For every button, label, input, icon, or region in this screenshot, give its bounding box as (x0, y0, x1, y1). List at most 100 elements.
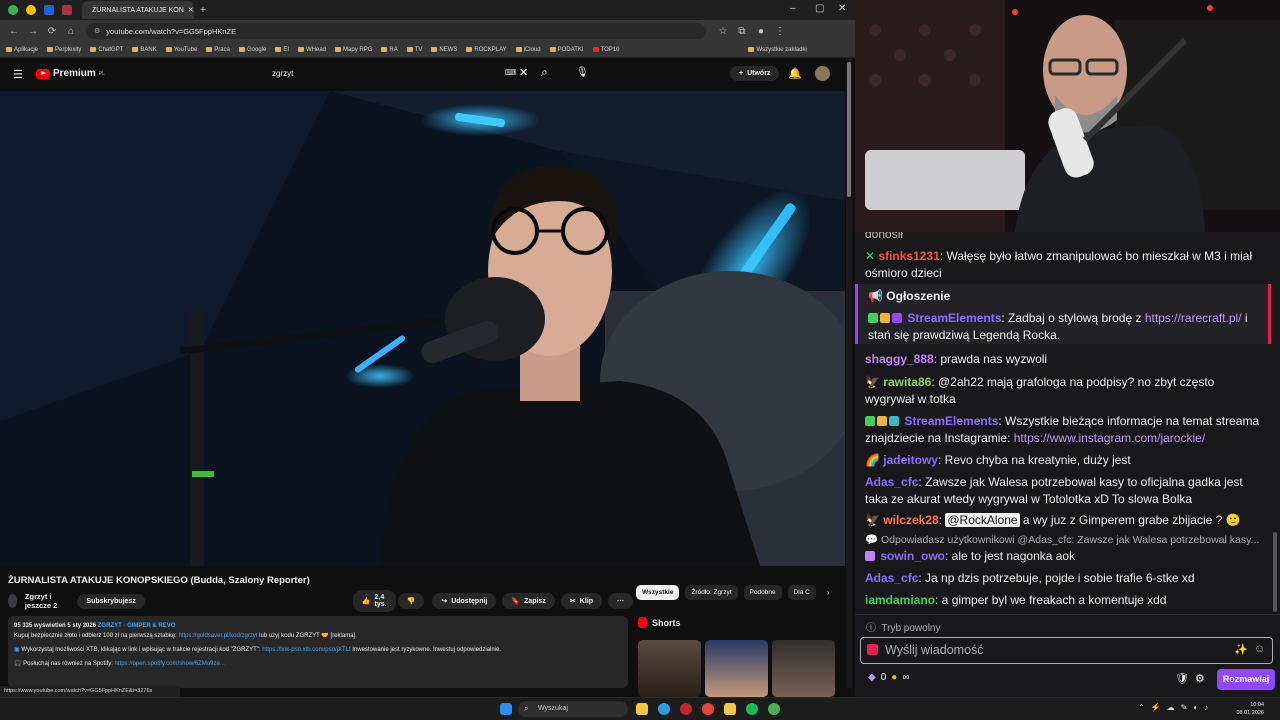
bookmark-item[interactable]: Google (238, 47, 266, 53)
dislike-button[interactable]: 👎 (397, 593, 425, 609)
tab-favicon[interactable] (26, 5, 36, 15)
tab-favicon[interactable] (62, 5, 72, 15)
bookmark-item[interactable]: Mapy RPG (335, 47, 372, 53)
bookmark-item[interactable]: Praca (206, 47, 230, 53)
bookmark-item[interactable]: TOP10 (592, 47, 619, 53)
chat-input[interactable]: Wyślij wiadomość ✨ ☺ (860, 637, 1273, 664)
video-player[interactable] (0, 91, 845, 566)
youtube-logo[interactable]: Premium PL (36, 68, 105, 79)
channel-name[interactable]: Zgrzyt i jeszcze 2 (25, 592, 64, 610)
desc-link[interactable]: https://goldsaver.pl/kod/zgrzyt (178, 633, 257, 639)
chat-username[interactable]: sfinks1231 (878, 249, 939, 263)
bookmark-item[interactable]: TV (406, 47, 422, 53)
bookmark-item[interactable]: iCloud (515, 47, 541, 53)
scrollbar-thumb[interactable] (847, 62, 851, 197)
chevron-right-icon[interactable]: › (822, 585, 835, 600)
share-button[interactable]: ↪ Udostępnij (432, 593, 497, 609)
chrome-active-icon[interactable] (768, 703, 780, 715)
sparkle-icon[interactable]: ✨ (1234, 643, 1248, 656)
filter-chip[interactable]: Źródło: Zgrzyt (685, 585, 738, 600)
bookmark-item[interactable]: RA (381, 47, 398, 53)
bookmark-item[interactable]: ChatGPT (90, 47, 123, 53)
spotify-icon[interactable] (746, 703, 758, 715)
star-icon[interactable]: ☆ (718, 26, 728, 37)
desc-link[interactable]: https://open.spotify.com/show/6ZMo9ze... (115, 661, 225, 667)
save-button[interactable]: 🔖 Zapisz (502, 593, 555, 609)
bookmark-item[interactable]: YouTube (165, 47, 197, 53)
page-scrollbar[interactable] (846, 58, 852, 688)
bookmark-item[interactable]: EI (275, 47, 289, 53)
chat-mention[interactable]: @RockAlone (945, 513, 1020, 527)
bookmark-item[interactable]: BANK (132, 47, 157, 53)
subscribe-button[interactable]: Subskrybujesz (77, 593, 145, 609)
menu-icon[interactable]: ⋮ (775, 26, 785, 37)
hashtags[interactable]: ZGRZYT · GIMPER & REVO (98, 623, 176, 629)
keyboard-icon[interactable]: ⌨ (505, 68, 517, 77)
notes-icon[interactable] (724, 703, 736, 715)
emote-picker-icon[interactable]: ☺ (1254, 643, 1265, 655)
chat-username[interactable]: Adas_cfc (865, 571, 918, 585)
tab-favicon[interactable] (44, 5, 54, 15)
opera-icon[interactable] (680, 703, 692, 715)
profile-icon[interactable]: ● (756, 26, 766, 37)
channel-points[interactable]: ◆ 0 ● ∞ (868, 672, 909, 683)
active-tab[interactable]: ŻURNALISTA ATAKUJE KON ✕ (82, 1, 194, 19)
tab-favicon[interactable] (8, 5, 18, 15)
start-menu-icon[interactable] (500, 703, 512, 715)
chat-username[interactable]: StreamElements (907, 311, 1001, 325)
reload-button[interactable]: ⟳ (47, 26, 57, 37)
clip-button[interactable]: ✂ Klip (560, 593, 602, 609)
all-bookmarks[interactable]: Wszystkie zakładki (748, 47, 807, 53)
chrome-icon[interactable] (702, 703, 714, 715)
bookmark-item[interactable]: PODATKI (549, 47, 584, 53)
site-info-icon[interactable]: ⚙ (94, 27, 100, 35)
chat-link[interactable]: https://rarecraft.pl/ (1145, 311, 1242, 325)
new-tab-button[interactable]: + (200, 5, 206, 16)
back-button[interactable]: ← (9, 26, 19, 37)
chat-username[interactable]: iamdamiano (865, 593, 935, 607)
window-close-button[interactable]: ✕ (838, 3, 846, 14)
chat-username[interactable]: sowin_owo (880, 549, 945, 563)
url-field[interactable]: ⚙ youtube.com/watch?v=GG5FppHKnZE (86, 23, 706, 39)
short-thumbnail[interactable] (772, 640, 835, 697)
shield-icon[interactable]: 🛡 (1175, 672, 1189, 685)
avatar[interactable] (815, 66, 830, 81)
chat-username[interactable]: wilczek28 (883, 513, 938, 527)
clear-search-icon[interactable]: ✕ (519, 66, 528, 79)
chat-badge-icon[interactable] (867, 644, 878, 655)
chat-username[interactable]: jadeitowy (883, 453, 938, 467)
chat-scrollbar[interactable] (1273, 532, 1277, 612)
system-tray[interactable]: ⌃⚡☁✎◐♪ (1138, 703, 1214, 712)
bookmark-item[interactable]: Aplikacje (6, 47, 38, 53)
create-button[interactable]: + Utwórz (730, 66, 780, 81)
chat-username[interactable]: shaggy_888 (865, 352, 934, 366)
chat-username[interactable]: rawita86 (883, 375, 931, 389)
edge-icon[interactable] (658, 703, 670, 715)
file-explorer-icon[interactable] (636, 703, 648, 715)
chat-send-button[interactable]: Rozmawiaj (1217, 669, 1275, 690)
filter-chip[interactable]: Wszystkie (636, 585, 680, 600)
bookmark-item[interactable]: ROCKPLAY (466, 47, 507, 53)
taskbar-search[interactable]: ⌕ Wyszukaj (518, 701, 628, 717)
minimize-button[interactable]: – (790, 3, 796, 14)
video-description[interactable]: 95 335 wyświetleń 5 sty 2026 ZGRZYT · GI… (8, 616, 628, 688)
home-button[interactable]: ⌂ (66, 26, 76, 37)
microphone-icon[interactable]: 🎙 (576, 67, 589, 78)
maximize-button[interactable]: ▢ (815, 3, 824, 14)
more-actions-button[interactable]: ⋯ (608, 593, 633, 609)
forward-button[interactable]: → (28, 26, 38, 37)
chat-link[interactable]: https://www.instagram.com/jarockie/ (1014, 431, 1205, 445)
notifications-bell-icon[interactable]: 🔔 (788, 67, 802, 80)
channel-avatar[interactable] (8, 594, 17, 608)
bookmark-item[interactable]: Perplexity (47, 47, 81, 53)
chat-username[interactable]: Adas_cfc (865, 475, 918, 489)
clock[interactable]: 10:04 08.01.2026 (1228, 701, 1264, 717)
bookmark-item[interactable]: WHead (298, 47, 326, 53)
desc-link[interactable]: https://link-pso.xtb.com/pso/jXTLf (262, 647, 350, 653)
hamburger-menu-icon[interactable]: ☰ (13, 68, 23, 81)
like-button[interactable]: 👍 2,4 tys. (352, 590, 396, 612)
close-icon[interactable]: ✕ (188, 6, 194, 14)
search-icon[interactable]: ⌕ (541, 65, 548, 80)
short-thumbnail[interactable] (705, 640, 768, 697)
settings-gear-icon[interactable]: ⚙ (1195, 672, 1205, 685)
